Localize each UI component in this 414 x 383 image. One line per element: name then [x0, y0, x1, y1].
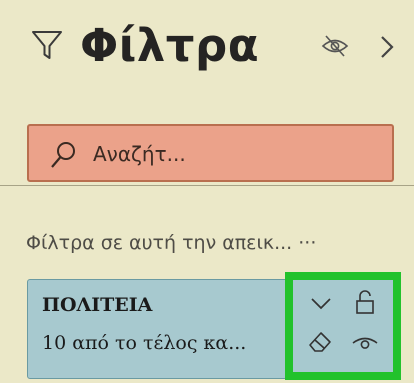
search-input[interactable] [93, 136, 383, 172]
lock-icon[interactable] [355, 289, 375, 315]
filter-pane-header: Φίλτρα [0, 0, 414, 100]
eraser-icon[interactable] [307, 329, 333, 355]
filter-card-title: ΠΟΛΙΤΕΙΑ [42, 294, 153, 316]
section-label: Φίλτρα σε αυτή την απεικ... ··· [26, 232, 317, 254]
search-icon [49, 140, 77, 170]
highlight-box [285, 272, 401, 380]
pane-title: Φίλτρα [80, 19, 260, 72]
filter-card-summary: 10 από το τέλος κα... [42, 332, 247, 354]
eye-off-icon[interactable] [320, 32, 350, 60]
divider [0, 185, 414, 186]
eye-icon[interactable] [351, 333, 379, 353]
search-box[interactable] [27, 124, 394, 182]
filter-icon [30, 28, 64, 62]
chevron-right-icon[interactable] [376, 32, 398, 62]
chevron-down-icon[interactable] [309, 293, 333, 313]
